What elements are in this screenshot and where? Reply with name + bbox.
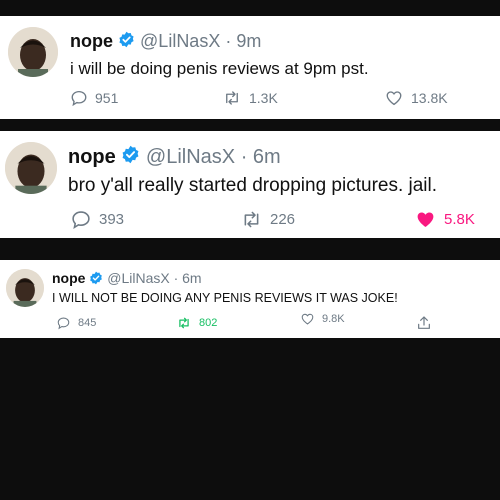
reply-button[interactable]: 845 bbox=[56, 316, 96, 330]
retweet-icon bbox=[240, 209, 263, 230]
retweet-count: 1.3K bbox=[249, 90, 278, 106]
retweet-count: 226 bbox=[270, 211, 296, 228]
retweet-count: 802 bbox=[199, 317, 218, 329]
divider-band bbox=[0, 119, 500, 131]
meta-separator: · bbox=[240, 145, 248, 168]
avatar[interactable] bbox=[8, 27, 58, 77]
reply-icon bbox=[70, 209, 92, 230]
like-count: 13.8K bbox=[411, 90, 448, 106]
retweet-button[interactable]: 1.3K bbox=[222, 89, 278, 107]
display-name[interactable]: nope bbox=[70, 31, 113, 51]
heart-icon bbox=[384, 89, 404, 107]
heart-icon bbox=[300, 312, 315, 326]
tweet-text: i will be doing penis reviews at 9pm pst… bbox=[70, 59, 369, 78]
retweet-button[interactable]: 802 bbox=[176, 316, 217, 330]
retweet-icon bbox=[222, 89, 242, 107]
timestamp[interactable]: 6m bbox=[182, 270, 201, 286]
like-count: 9.8K bbox=[322, 313, 345, 325]
heart-icon bbox=[414, 209, 437, 230]
tweet-card[interactable]: nope @LilNasX · 6m bro y'all really star… bbox=[0, 131, 500, 238]
verified-badge-icon bbox=[118, 31, 135, 53]
reply-count: 393 bbox=[99, 211, 125, 228]
retweet-button[interactable]: 226 bbox=[240, 209, 295, 230]
user-handle[interactable]: @LilNasX bbox=[146, 146, 235, 168]
meta-separator: · bbox=[173, 270, 179, 286]
like-button[interactable]: 9.8K bbox=[300, 312, 345, 326]
like-button[interactable]: 5.8K bbox=[414, 209, 475, 230]
divider-band bbox=[0, 238, 500, 260]
tweet-card[interactable]: nope @LilNasX · 9m i will be doing penis… bbox=[0, 16, 500, 119]
reply-count: 951 bbox=[95, 90, 119, 106]
tweet-header: nope @LilNasX · 6m bbox=[52, 270, 202, 288]
verified-badge-icon bbox=[89, 271, 103, 288]
verified-badge-icon bbox=[121, 145, 140, 170]
tweet-text: bro y'all really started dropping pictur… bbox=[68, 175, 438, 196]
avatar[interactable] bbox=[6, 269, 44, 307]
tweet-text: I WILL NOT BE DOING ANY PENIS REVIEWS IT… bbox=[52, 291, 398, 305]
reply-icon bbox=[70, 89, 88, 107]
top-border bbox=[0, 0, 500, 16]
reply-button[interactable]: 951 bbox=[70, 89, 118, 107]
avatar[interactable] bbox=[5, 142, 57, 194]
tweet-card[interactable]: nope @LilNasX · 6m I WILL NOT BE DOING A… bbox=[0, 260, 500, 338]
timestamp[interactable]: 6m bbox=[253, 146, 281, 168]
share-button[interactable] bbox=[416, 315, 432, 331]
user-handle[interactable]: @LilNasX bbox=[107, 270, 169, 286]
like-button[interactable]: 13.8K bbox=[384, 89, 448, 107]
reply-button[interactable]: 393 bbox=[70, 209, 124, 230]
share-icon bbox=[416, 315, 432, 331]
display-name[interactable]: nope bbox=[52, 270, 85, 286]
display-name[interactable]: nope bbox=[68, 146, 116, 168]
tweet-header: nope @LilNasX · 9m bbox=[70, 31, 261, 53]
retweet-icon bbox=[176, 316, 192, 330]
bottom-black-area bbox=[0, 338, 500, 500]
tweet-header: nope @LilNasX · 6m bbox=[68, 145, 281, 170]
reply-icon bbox=[56, 316, 71, 330]
reply-count: 845 bbox=[78, 317, 97, 329]
user-handle[interactable]: @LilNasX bbox=[140, 31, 220, 51]
like-count: 5.8K bbox=[444, 211, 475, 228]
timestamp[interactable]: 9m bbox=[236, 31, 261, 51]
meta-separator: · bbox=[225, 31, 232, 51]
